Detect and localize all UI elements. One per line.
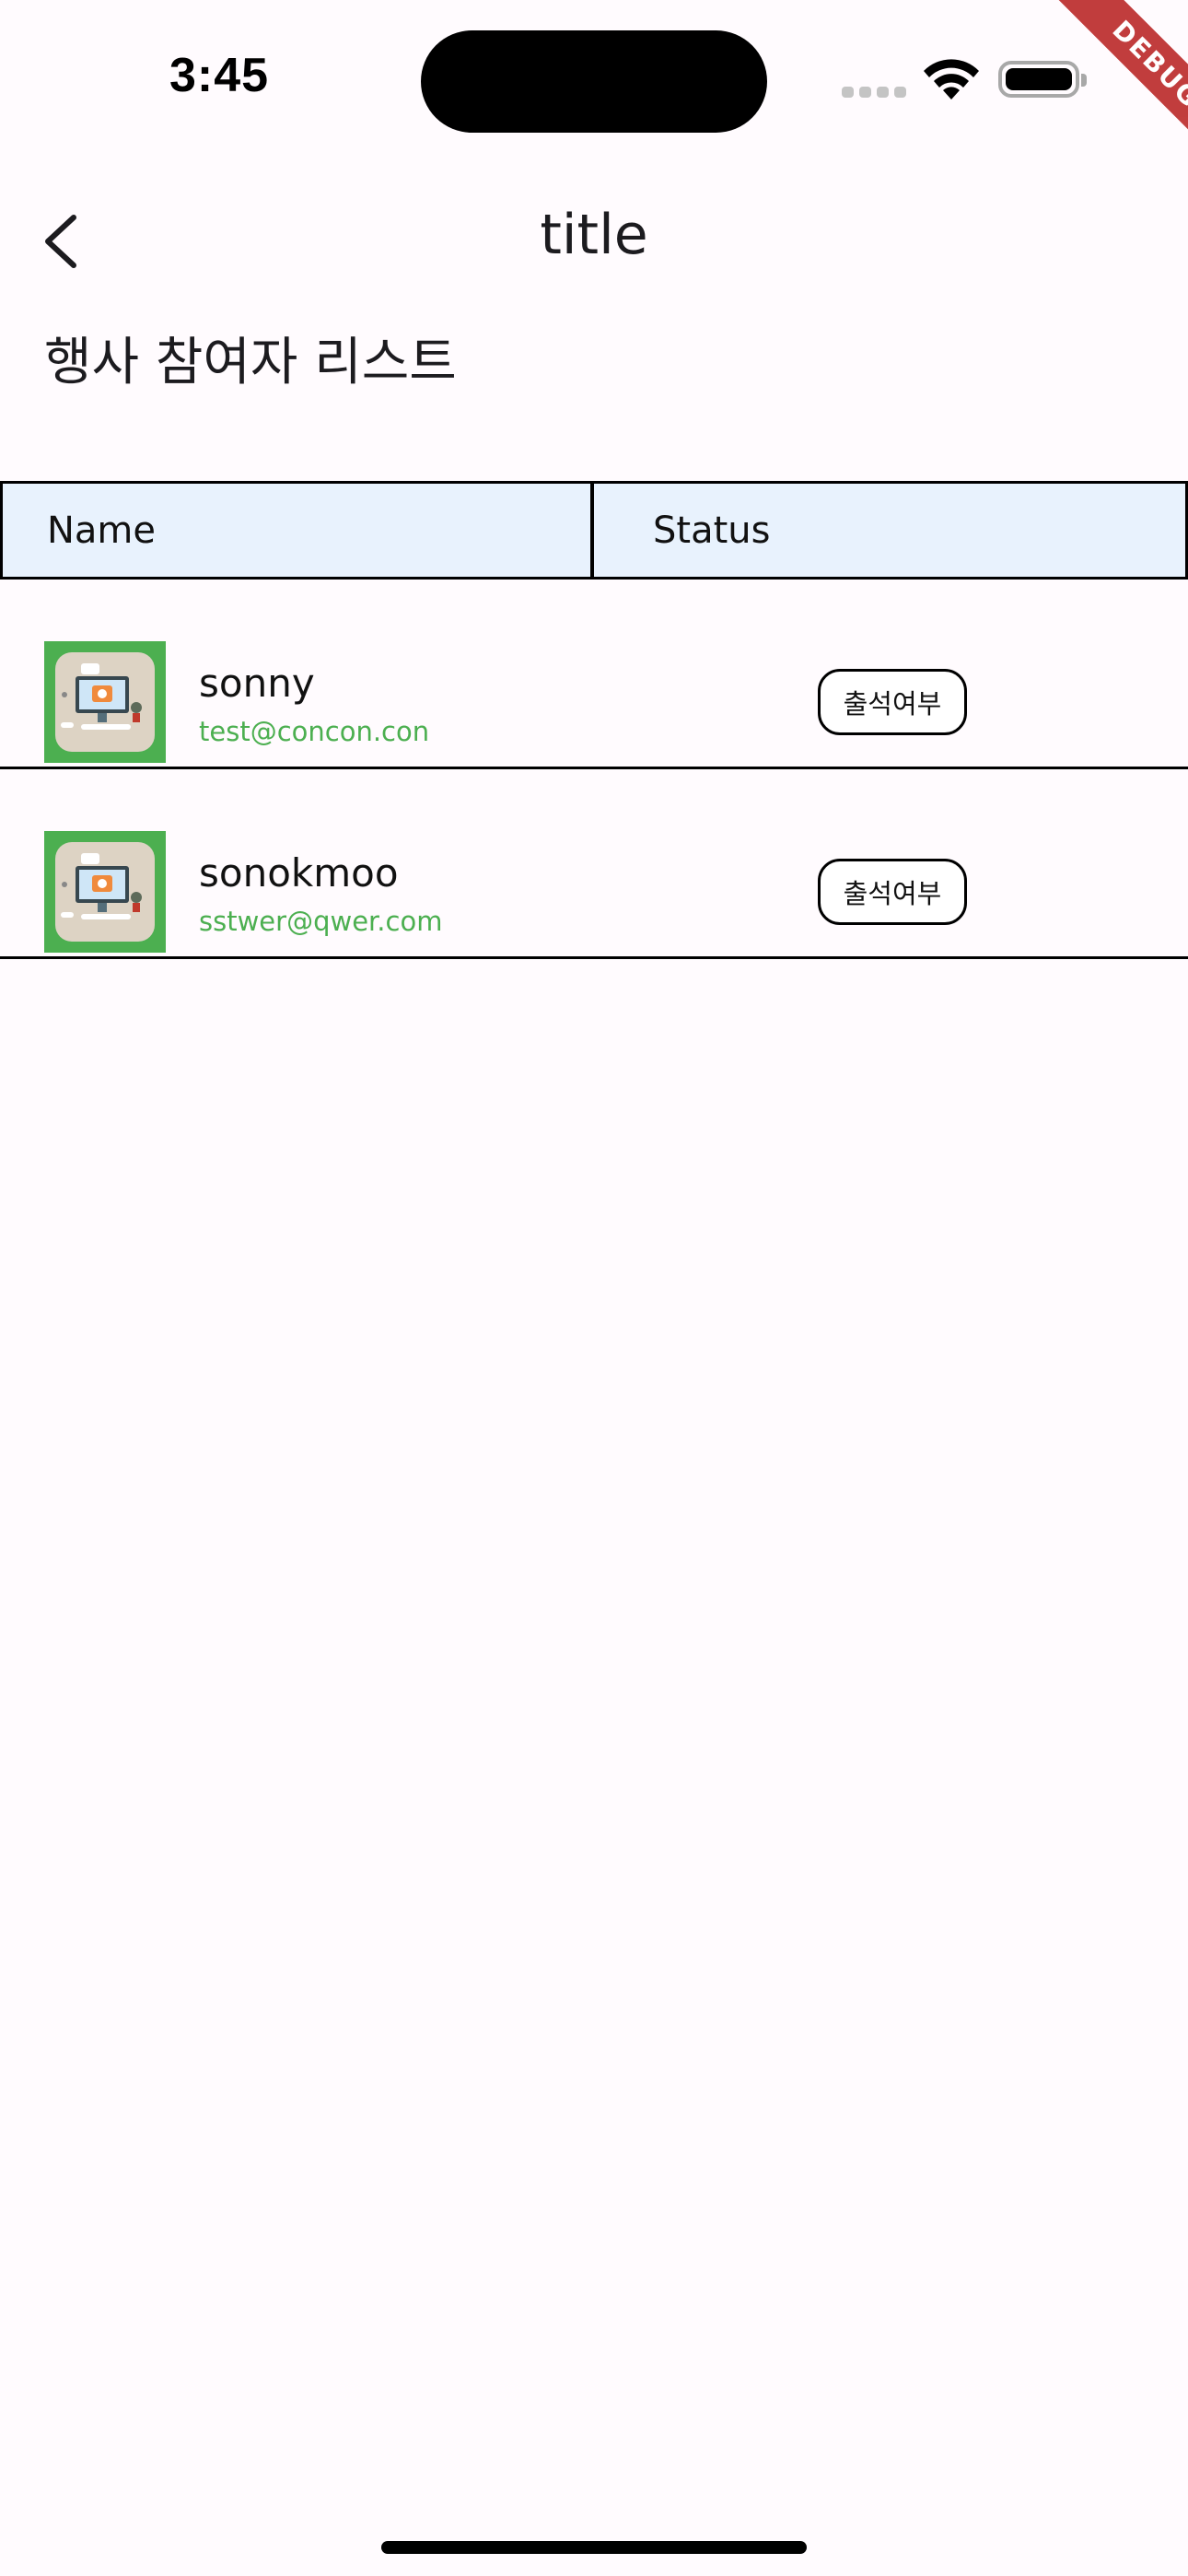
attendance-button[interactable]: 출석여부 xyxy=(818,859,967,925)
participant-name: sonny xyxy=(199,661,315,706)
dynamic-island xyxy=(421,30,767,133)
section-heading: 행사 참여자 리스트 xyxy=(44,333,457,392)
table-header: Name Status xyxy=(0,481,1188,580)
table-row[interactable]: sonny test@concon.con 출석여부 xyxy=(0,580,1188,769)
debug-banner-container: DEBUG xyxy=(1004,0,1188,184)
wifi-icon xyxy=(924,59,979,100)
participant-list: sonny test@concon.con 출석여부 sonokmoo sstw… xyxy=(0,580,1188,959)
home-indicator[interactable] xyxy=(381,2541,807,2554)
participant-name: sonokmoo xyxy=(199,850,399,896)
column-header-status: Status xyxy=(653,509,771,552)
status-time: 3:45 xyxy=(169,49,270,102)
participant-email: sstwer@qwer.com xyxy=(199,906,443,937)
participant-email: test@concon.con xyxy=(199,716,430,747)
avatar xyxy=(44,641,166,763)
cellular-signal-icon xyxy=(842,87,906,98)
column-header-name: Name xyxy=(3,484,594,577)
debug-banner: DEBUG xyxy=(1042,0,1188,179)
page-title: title xyxy=(540,203,648,267)
attendance-button[interactable]: 출석여부 xyxy=(818,669,967,735)
avatar xyxy=(44,831,166,953)
table-row[interactable]: sonokmoo sstwer@qwer.com 출석여부 xyxy=(0,769,1188,959)
